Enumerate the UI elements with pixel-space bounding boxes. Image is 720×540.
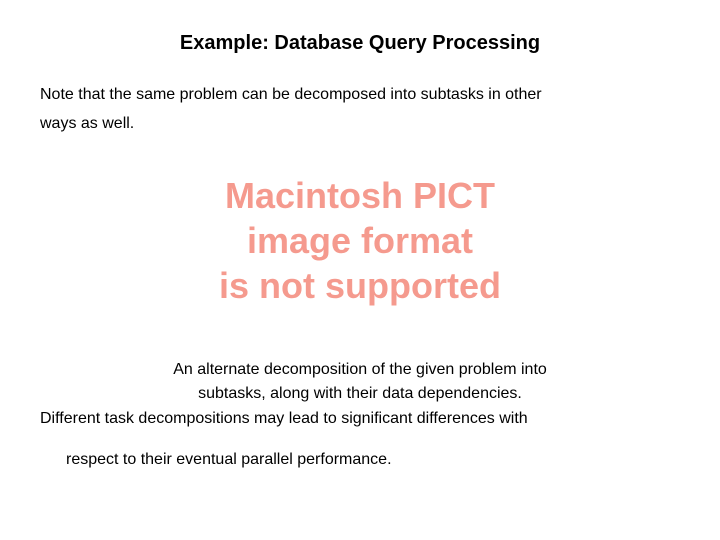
intro-text: Note that the same problem can be decomp…	[36, 81, 684, 139]
placeholder-line-1: Macintosh PICT	[36, 173, 684, 218]
caption-line-4: respect to their eventual parallel perfo…	[36, 448, 684, 473]
pict-placeholder: Macintosh PICT image format is not suppo…	[36, 173, 684, 308]
caption-line-2: subtasks, along with their data dependen…	[36, 382, 684, 407]
caption-line-1: An alternate decomposition of the given …	[36, 358, 684, 383]
intro-line-2: ways as well.	[40, 110, 684, 139]
caption-line-3: Different task decompositions may lead t…	[36, 407, 684, 432]
slide: Example: Database Query Processing Note …	[0, 0, 720, 540]
slide-title: Example: Database Query Processing	[36, 32, 684, 55]
caption-block: An alternate decomposition of the given …	[36, 358, 684, 473]
intro-line-1: Note that the same problem can be decomp…	[40, 81, 684, 110]
placeholder-line-3: is not supported	[36, 263, 684, 308]
placeholder-line-2: image format	[36, 218, 684, 263]
